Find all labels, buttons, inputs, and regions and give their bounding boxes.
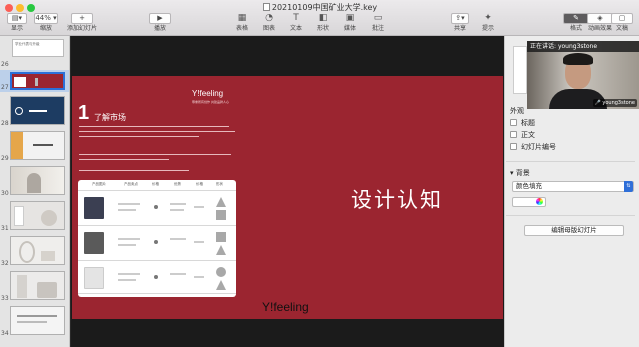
sidebar-view-icon: ▤▾ xyxy=(7,13,27,24)
slide-main-title: 设计认知 xyxy=(351,188,443,212)
slide-thumb-27[interactable]: 27 xyxy=(0,70,69,92)
competitor-table: 产品图片 产品卖点 价格 优势 价格 形状 xyxy=(78,180,236,297)
triangle-icon xyxy=(216,280,226,290)
slide-thumbnail-image xyxy=(10,96,65,125)
square-icon xyxy=(216,210,226,220)
comment-icon: ▭ xyxy=(373,13,383,23)
slide-thumb-31[interactable]: 31 xyxy=(0,199,69,233)
media-button[interactable]: ▣ 媒体 xyxy=(340,13,360,35)
close-window-button[interactable] xyxy=(5,4,13,12)
slide-thumb-32[interactable]: 32 xyxy=(0,234,69,268)
slide-canvas[interactable]: 1 了解市场 Y!feeling 尊重所有创作 共建品牌人心 产品图片 产品卖点 xyxy=(71,36,504,347)
play-button[interactable]: ▶ 播放 xyxy=(148,13,172,35)
title-checkbox[interactable]: 标题 xyxy=(510,119,535,127)
view-button[interactable]: ▤▾ 显示 xyxy=(6,13,28,35)
circle-icon xyxy=(216,267,226,277)
steps-line xyxy=(79,168,239,174)
table-button[interactable]: ▦ 表格 xyxy=(232,13,252,35)
slide-thumbnail-image xyxy=(10,166,65,195)
table-header: 产品图片 产品卖点 价格 优势 价格 形状 xyxy=(92,182,223,186)
window-title: 20210109中国矿业大学.key xyxy=(240,2,400,13)
tips-button[interactable]: ✦ 提示 xyxy=(478,13,498,35)
slide-thumb-29[interactable]: 29 xyxy=(0,129,69,163)
intro-paragraph xyxy=(79,124,239,142)
brand-logo: Y!feeling xyxy=(192,89,224,98)
zoom-control[interactable]: 44% ▾ 缩放 xyxy=(34,13,58,35)
slide-thumbnail-image xyxy=(10,306,65,335)
product-image xyxy=(84,232,104,254)
slide-thumb-33[interactable]: 33 xyxy=(0,269,69,303)
current-slide[interactable]: 1 了解市场 Y!feeling 尊重所有创作 共建品牌人心 产品图片 产品卖点 xyxy=(72,76,503,319)
edit-master-slide-button[interactable]: 编辑母版幻灯片 xyxy=(524,225,624,236)
video-call-overlay: 正在讲话: young3stone 🎤 young3stone xyxy=(527,41,639,109)
slide-thumbnail-image xyxy=(10,271,65,300)
product-image xyxy=(84,267,104,289)
slide-number-checkbox[interactable]: 幻灯片编号 xyxy=(510,143,556,151)
slide-thumbnail-image xyxy=(10,72,65,90)
maximize-window-button[interactable] xyxy=(27,4,35,12)
minimize-window-button[interactable] xyxy=(16,4,24,12)
slide-thumbnail-image xyxy=(10,131,65,160)
analysis-paragraph xyxy=(79,152,239,166)
background-heading[interactable]: ▾ 背景 xyxy=(510,168,530,178)
zoom-value: 44% ▾ xyxy=(34,13,58,24)
slide-left-panel: 1 了解市场 Y!feeling 尊重所有创作 共建品牌人心 产品图片 产品卖点 xyxy=(72,76,244,319)
slide-thumbnail-image xyxy=(10,201,65,230)
tab-document[interactable]: ▢ 文稿 xyxy=(605,13,639,35)
color-wheel-icon[interactable] xyxy=(536,198,543,205)
body-checkbox[interactable]: 正文 xyxy=(510,131,535,139)
triangle-icon xyxy=(216,245,226,255)
add-slide-button[interactable]: + 添加幻灯片 xyxy=(62,13,102,35)
slide-thumbnail-image xyxy=(10,236,65,265)
lightbulb-icon: ✦ xyxy=(484,13,492,23)
slide-thumb-34[interactable]: 34 xyxy=(0,304,69,338)
slide-thumbnail-top[interactable]: 学业代表与升级 xyxy=(12,39,64,57)
share-button[interactable]: ⇪▾ 共享 xyxy=(450,13,470,35)
shape-button[interactable]: ◧ 形状 xyxy=(313,13,333,35)
play-icon: ▶ xyxy=(149,13,171,24)
slide-thumb-30[interactable]: 30 xyxy=(0,164,69,198)
section-title: 了解市场 xyxy=(94,113,126,122)
square-icon xyxy=(216,232,226,242)
document-icon xyxy=(262,3,270,11)
brand-footer-logo: Y!feeling xyxy=(262,300,309,314)
section-number: 1 xyxy=(78,102,90,124)
text-icon: T xyxy=(293,13,299,23)
table-row xyxy=(78,190,236,224)
chart-button[interactable]: ◔ 图表 xyxy=(259,13,279,35)
table-row xyxy=(78,260,236,294)
participant-name-tag: 🎤 young3stone xyxy=(592,99,637,107)
fill-type-select[interactable]: 颜色填充 ⇅ xyxy=(512,181,634,192)
media-icon: ▣ xyxy=(345,13,355,23)
slide-thumb-28[interactable]: 28 xyxy=(0,94,69,128)
speaking-indicator: 正在讲话: young3stone xyxy=(527,41,639,52)
table-row xyxy=(78,225,236,259)
toolbar: 20210109中国矿业大学.key ▤▾ 显示 44% ▾ 缩放 + 添加幻灯… xyxy=(0,0,639,36)
layout-preview[interactable] xyxy=(513,46,527,94)
document-tab-icon: ▢ xyxy=(611,13,633,24)
microphone-icon: 🎤 xyxy=(594,100,601,106)
share-icon: ⇪▾ xyxy=(451,13,469,24)
plus-icon: + xyxy=(71,13,93,24)
chevron-updown-icon: ⇅ xyxy=(624,181,633,192)
product-image xyxy=(84,197,104,219)
slide-navigator[interactable]: 学业代表与升级 26 27 28 29 30 31 32 33 34 xyxy=(0,36,70,347)
shape-icon: ◧ xyxy=(318,13,328,23)
slide-thumb-26[interactable]: 26 xyxy=(0,59,69,69)
chart-icon: ◔ xyxy=(265,13,273,23)
triangle-icon xyxy=(216,197,226,207)
comment-button[interactable]: ▭ 批注 xyxy=(368,13,388,35)
table-icon: ▦ xyxy=(237,13,247,23)
text-button[interactable]: T 文本 xyxy=(286,13,306,35)
appearance-heading: 外观 xyxy=(510,107,524,115)
brand-tagline: 尊重所有创作 共建品牌人心 xyxy=(192,100,229,104)
